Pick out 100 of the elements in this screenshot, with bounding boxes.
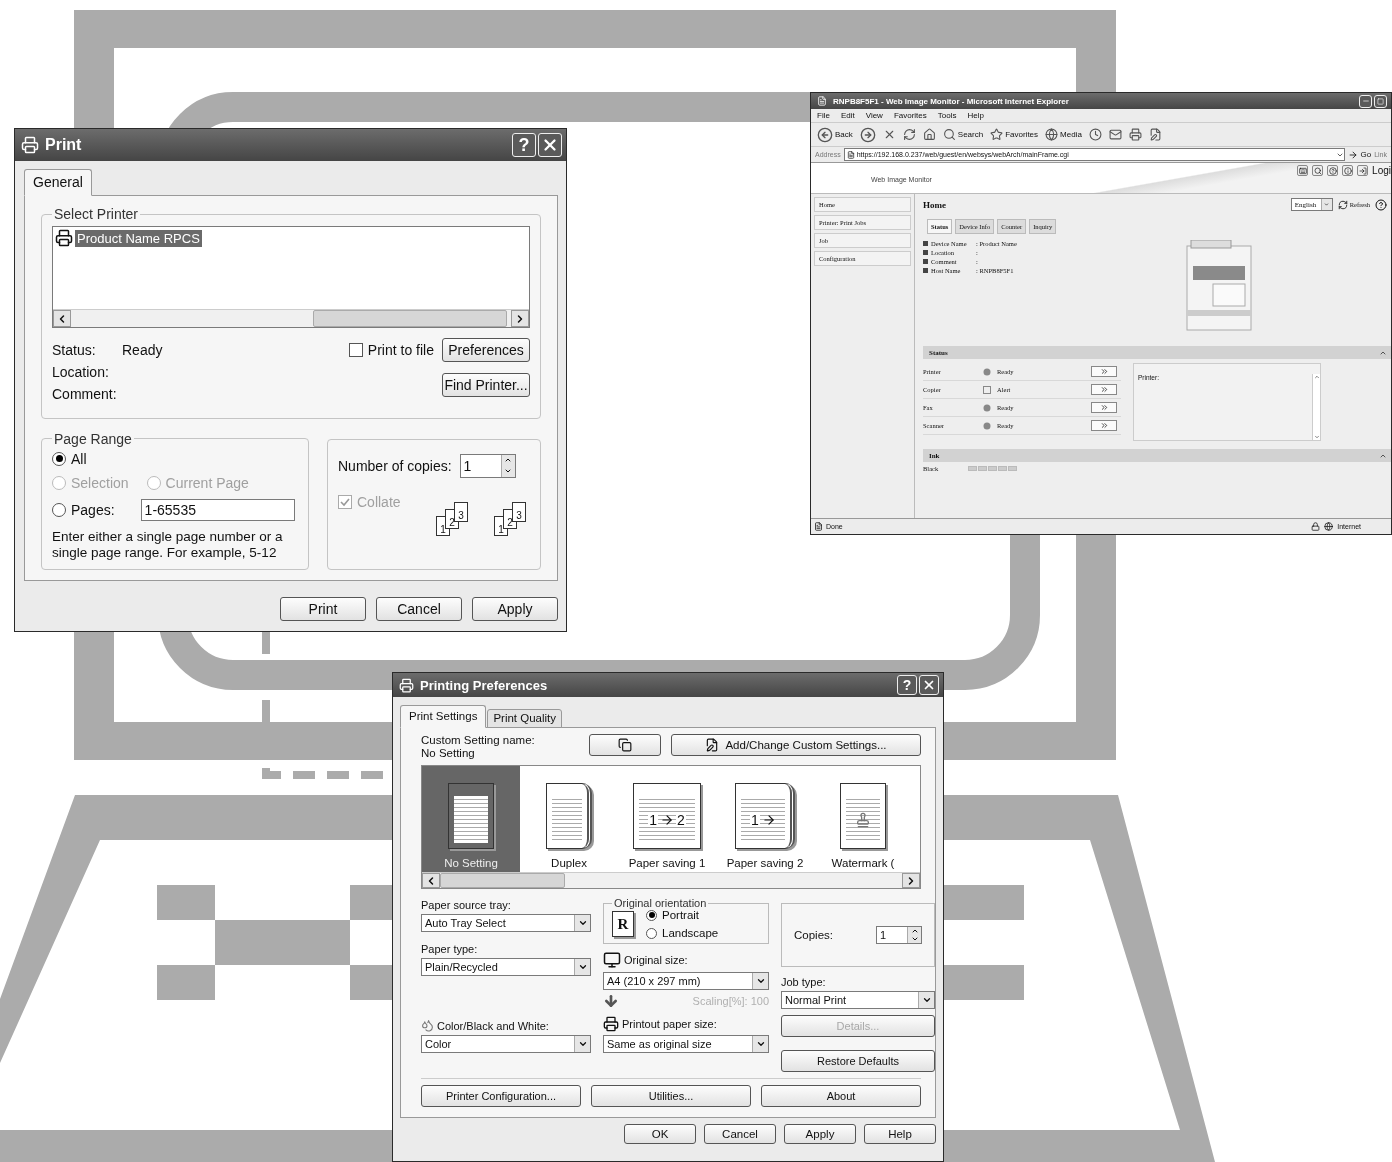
login-link[interactable]: Logi: [1372, 165, 1391, 176]
refresh-button[interactable]: [902, 128, 916, 141]
utility-button[interactable]: Printer Configuration...: [421, 1085, 581, 1107]
pages-radio[interactable]: Pages:: [52, 501, 115, 518]
paper-source-dropdown[interactable]: Auto Tray Select: [421, 914, 591, 932]
search-button[interactable]: Search: [942, 128, 984, 141]
dialog-button[interactable]: Print: [280, 597, 366, 621]
dialog-button[interactable]: OK: [624, 1124, 696, 1144]
printout-size-dropdown[interactable]: Same as original size: [603, 1035, 769, 1053]
preset-item[interactable]: Watermark (: [814, 766, 912, 872]
tab[interactable]: General: [24, 169, 92, 196]
double-chevron-icon: [1099, 367, 1109, 376]
menu-item[interactable]: Edit: [840, 111, 855, 120]
monitor-icon: [603, 951, 621, 969]
help-icon[interactable]: [1375, 198, 1387, 211]
color-drops-icon: [421, 1019, 434, 1032]
dialog-button[interactable]: Cancel: [704, 1124, 776, 1144]
window-title: Printing Preferences: [420, 677, 548, 693]
dialog-button[interactable]: Cancel: [376, 597, 462, 621]
bullet-icon: [923, 268, 928, 273]
preset-item[interactable]: 1 Paper saving 2: [716, 766, 814, 872]
printer-list-item[interactable]: Product Name RPCS: [75, 229, 202, 247]
mail-button[interactable]: [1108, 128, 1122, 141]
utility-button[interactable]: About: [761, 1085, 921, 1107]
restore-defaults-button[interactable]: Restore Defaults: [781, 1050, 935, 1072]
print-button[interactable]: [1128, 128, 1142, 141]
close-button[interactable]: [538, 133, 562, 157]
print-to-file-checkbox[interactable]: Print to file: [348, 342, 434, 358]
login-icon: [1358, 166, 1367, 175]
info-button[interactable]: [1342, 165, 1354, 176]
orientation-radio[interactable]: Landscape: [646, 927, 719, 939]
forward-button[interactable]: [859, 126, 876, 143]
tab[interactable]: Print Quality: [487, 709, 563, 728]
page-range-hint: Enter either a single page number or a single page range. For example, 5-12: [52, 528, 284, 561]
collate-page: 3: [512, 501, 526, 522]
media-button[interactable]: Media: [1045, 128, 1082, 141]
edit-button[interactable]: [1148, 128, 1162, 141]
horizontal-scrollbar[interactable]: [53, 309, 529, 327]
minimize-button[interactable]: [1359, 94, 1372, 108]
details-button[interactable]: [1091, 366, 1117, 377]
vertical-scrollbar[interactable]: [1312, 374, 1320, 440]
swap-settings-button[interactable]: [589, 734, 661, 756]
preset-item[interactable]: No Setting: [422, 766, 520, 872]
details-button[interactable]: [1091, 384, 1117, 395]
ready-status-icon: [983, 367, 991, 376]
keyboard-button[interactable]: [1297, 165, 1309, 176]
add-custom-settings-button[interactable]: Add/Change Custom Settings...: [671, 734, 921, 756]
all-radio[interactable]: All: [52, 450, 87, 467]
pages-input[interactable]: 1-65535: [140, 498, 295, 521]
home-icon: [922, 128, 936, 141]
globe-icon: [1324, 522, 1334, 531]
dialog-button[interactable]: Apply: [784, 1124, 856, 1144]
go-arrow-icon: [1348, 149, 1359, 160]
dialog-button[interactable]: Help: [864, 1124, 936, 1144]
details-button[interactable]: [1091, 420, 1117, 431]
preset-item[interactable]: Duplex: [520, 766, 618, 872]
login-button[interactable]: [1357, 165, 1369, 176]
menu-item[interactable]: Help: [967, 111, 984, 120]
job-type-dropdown[interactable]: Normal Print: [781, 991, 935, 1009]
horizontal-scrollbar[interactable]: [422, 872, 920, 888]
dialog-button[interactable]: Apply: [472, 597, 558, 621]
history-button[interactable]: [1088, 128, 1102, 141]
menu-item[interactable]: Favorites: [893, 111, 927, 120]
refresh-icon: [1337, 199, 1348, 210]
minimize-icon: [1361, 97, 1370, 105]
help-button[interactable]: [1327, 165, 1339, 176]
paper-type-dropdown[interactable]: Plain/Recycled: [421, 958, 591, 976]
help-button[interactable]: ?: [512, 133, 536, 157]
copies-spinner[interactable]: 1: [459, 453, 516, 478]
page-drawing: [448, 783, 494, 849]
home-button[interactable]: [922, 128, 936, 141]
printer-list[interactable]: Product Name RPCS: [52, 226, 530, 328]
tab[interactable]: Print Settings: [400, 705, 487, 728]
menu-item[interactable]: File: [817, 111, 830, 120]
find-printer-button[interactable]: Find Printer...: [442, 373, 530, 397]
details-button[interactable]: [1091, 402, 1117, 413]
keyboard-icon: [1298, 166, 1307, 175]
back-button[interactable]: Back: [817, 126, 853, 143]
help-button[interactable]: ?: [897, 675, 917, 695]
preset-list[interactable]: No Setting Duplex 1 2 Paper saving 1 1 Paper saving 2 Watermark (: [421, 765, 921, 889]
refresh-icon: [902, 128, 916, 141]
original-size-dropdown[interactable]: A4 (210 x 297 mm): [603, 972, 769, 990]
utility-button[interactable]: Utilities...: [591, 1085, 751, 1107]
color-mode-dropdown[interactable]: Color: [421, 1035, 591, 1053]
original-size-label: Original size:: [624, 954, 688, 966]
go-button[interactable]: Go: [1348, 149, 1372, 160]
favorites-button[interactable]: Favorites: [990, 128, 1039, 141]
orientation-radio[interactable]: Portrait: [646, 909, 719, 921]
ink-gauge: [968, 465, 1018, 471]
preferences-button[interactable]: Preferences: [442, 338, 530, 362]
menu-item[interactable]: View: [865, 111, 883, 120]
page-heading: Home: [923, 199, 946, 210]
group-label: Original orientation: [613, 897, 708, 909]
menu-item[interactable]: Tools: [937, 111, 957, 120]
printer-icon: [21, 136, 39, 154]
close-button[interactable]: [919, 675, 939, 695]
copies-spinner[interactable]: 1: [876, 926, 922, 944]
maximize-button[interactable]: [1374, 94, 1387, 108]
preset-item[interactable]: 1 2 Paper saving 1: [618, 766, 716, 872]
search-button[interactable]: [1312, 165, 1324, 176]
